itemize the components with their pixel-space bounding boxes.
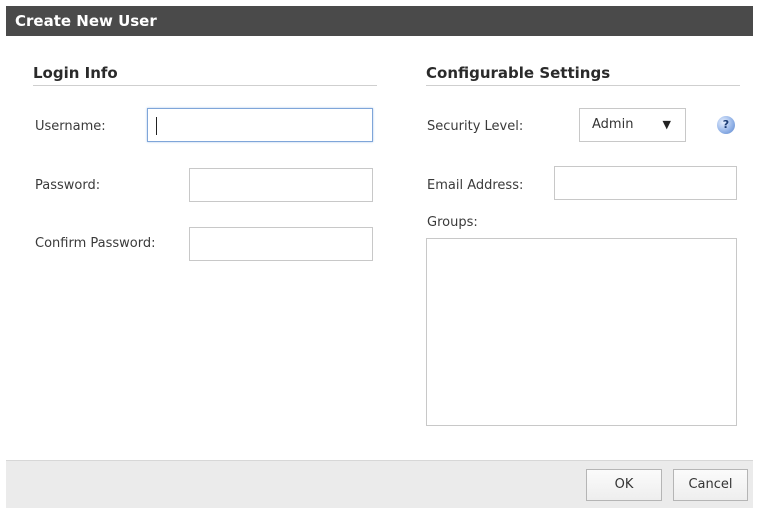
- groups-list[interactable]: [426, 238, 737, 426]
- ok-button[interactable]: OK: [586, 469, 662, 501]
- help-icon[interactable]: ?: [717, 116, 735, 134]
- create-user-dialog: Create New User Login Info Username: Pas…: [6, 6, 753, 508]
- email-address-label: Email Address:: [427, 178, 524, 193]
- dialog-title: Create New User: [6, 6, 753, 36]
- security-level-select[interactable]: Admin ▼: [579, 108, 686, 142]
- username-label: Username:: [35, 119, 106, 134]
- text-caret: [156, 117, 157, 135]
- confirm-password-field[interactable]: [189, 227, 373, 261]
- groups-label: Groups:: [427, 215, 478, 230]
- email-address-field[interactable]: [554, 166, 737, 200]
- dropdown-arrow-icon: ▼: [662, 118, 671, 131]
- dialog-footer: OK Cancel: [6, 460, 753, 508]
- login-info-heading: Login Info: [33, 64, 377, 86]
- password-field[interactable]: [189, 168, 373, 202]
- password-label: Password:: [35, 178, 101, 193]
- username-field[interactable]: [147, 108, 373, 142]
- security-level-label: Security Level:: [427, 119, 524, 134]
- confirm-password-label: Confirm Password:: [35, 236, 156, 251]
- configurable-settings-heading: Configurable Settings: [426, 64, 740, 86]
- security-level-value: Admin: [592, 117, 634, 132]
- cancel-button[interactable]: Cancel: [673, 469, 748, 501]
